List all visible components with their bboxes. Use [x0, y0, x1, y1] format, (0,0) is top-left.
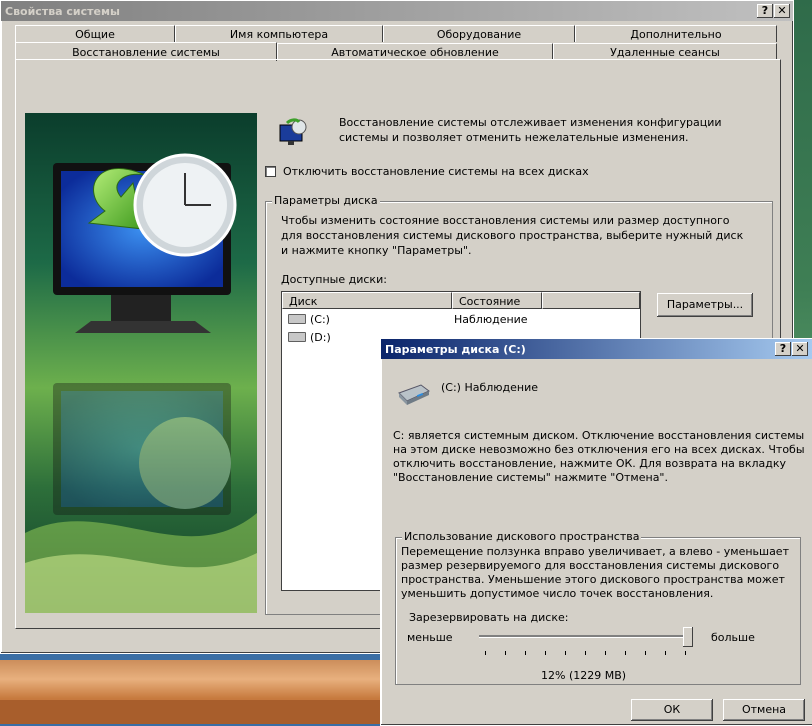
column-disk[interactable]: Диск	[282, 292, 452, 309]
cancel-button[interactable]: Отмена	[723, 699, 805, 721]
ok-button[interactable]: ОК	[631, 699, 713, 721]
hard-drive-icon	[398, 384, 430, 405]
column-empty[interactable]	[542, 292, 640, 309]
dialog-title: Параметры диска (C:)	[385, 342, 526, 356]
dialog-warning-text: C: является системным диском. Отключение…	[393, 429, 805, 484]
tab-general[interactable]: Общие	[15, 25, 175, 42]
disk-name: (C:)	[310, 312, 330, 326]
system-restore-illustration	[25, 113, 257, 613]
help-button[interactable]: ?	[757, 4, 773, 18]
column-status[interactable]: Состояние	[452, 292, 542, 309]
slider-tick	[505, 651, 506, 655]
slider-tick	[565, 651, 566, 655]
list-item[interactable]: (C:) Наблюдение	[282, 310, 640, 328]
slider-tick	[525, 651, 526, 655]
dialog-drive-label: (C:) Наблюдение	[441, 381, 539, 394]
slider-tick	[585, 651, 586, 655]
slider-tick	[485, 651, 486, 655]
tab-hardware[interactable]: Оборудование	[383, 25, 575, 42]
usage-description: Перемещение ползунка вправо увеличивает,…	[401, 545, 789, 600]
slider-tick	[685, 651, 686, 655]
disk-params-title: Параметры диска	[272, 194, 380, 207]
tab-automatic-updates[interactable]: Автоматическое обновление	[277, 43, 553, 60]
monitor-clock-icon	[25, 153, 257, 613]
reserved-value: 12% (1229 MB)	[541, 669, 627, 682]
tab-advanced[interactable]: Дополнительно	[575, 25, 777, 42]
slider-tick	[545, 651, 546, 655]
slider-tick	[605, 651, 606, 655]
slider-tick	[645, 651, 646, 655]
reserve-slider-thumb[interactable]	[683, 627, 693, 647]
disk-params-dialog: Параметры диска (C:) ? ✕ (C:) Наблюдение…	[380, 338, 812, 726]
main-titlebar[interactable]: Свойства системы ? ✕	[1, 1, 793, 21]
disk-list-header: Диск Состояние	[282, 292, 640, 310]
more-label: больше	[711, 631, 755, 644]
disable-restore-checkbox[interactable]	[265, 166, 276, 177]
tabs-row-1: Общие Имя компьютера Оборудование Дополн…	[15, 25, 777, 43]
tab-remote-sessions[interactable]: Удаленные сеансы	[553, 43, 777, 60]
main-window-title: Свойства системы	[5, 4, 120, 18]
usage-group-title: Использование дискового пространства	[402, 530, 642, 543]
available-disks-label: Доступные диски:	[281, 273, 387, 286]
reserve-label: Зарезервировать на диске:	[409, 611, 569, 624]
params-button[interactable]: Параметры...	[657, 293, 753, 317]
less-label: меньше	[407, 631, 453, 644]
disk-params-description: Чтобы изменить состояние восстановления …	[281, 214, 744, 257]
dialog-close-button[interactable]: ✕	[792, 342, 808, 356]
drive-icon	[288, 314, 306, 324]
dialog-help-button[interactable]: ?	[775, 342, 791, 356]
system-restore-icon	[279, 118, 307, 145]
disable-restore-label: Отключить восстановление системы на всех…	[283, 165, 589, 178]
reserve-slider-track[interactable]	[479, 635, 693, 637]
tab-computer-name[interactable]: Имя компьютера	[175, 25, 383, 42]
dialog-titlebar[interactable]: Параметры диска (C:) ? ✕	[381, 339, 812, 359]
slider-tick	[625, 651, 626, 655]
disk-status: Наблюдение	[454, 312, 528, 326]
drive-icon	[288, 332, 306, 342]
info-text: Восстановление системы отслеживает измен…	[339, 116, 722, 144]
slider-tick	[665, 651, 666, 655]
close-button[interactable]: ✕	[774, 4, 790, 18]
